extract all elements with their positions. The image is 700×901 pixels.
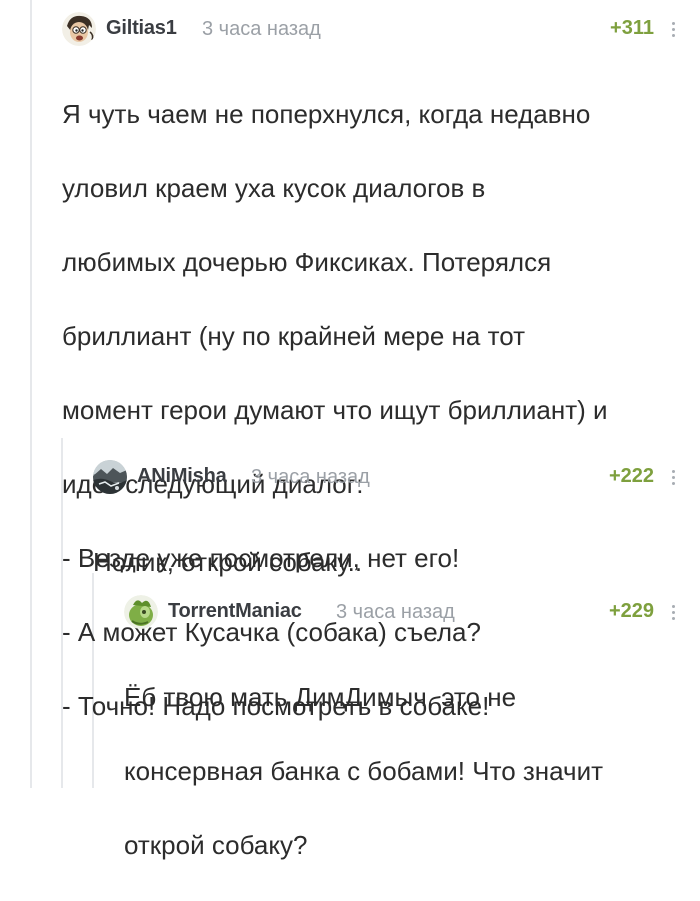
more-options-icon[interactable] <box>668 602 678 624</box>
comment-header: TorrentManiac 3 часа назад +229 <box>124 595 682 629</box>
green-creature-icon <box>124 595 158 629</box>
comment-rating: +222 <box>608 465 654 487</box>
comment-line: консервная банка с бобами! Что значит <box>124 756 604 786</box>
comment-line: любимых дочерью Фиксиках. Потерялся <box>62 247 552 277</box>
comment-body: Ёб твою мать ДимДимыч, это не консервная… <box>124 642 674 901</box>
comment-author[interactable]: Giltias1 <box>106 17 177 40</box>
comment-line: Нолик, открой собаку.. <box>93 547 363 577</box>
comment-rating: +229 <box>608 600 654 622</box>
comment-time[interactable]: 3 часа назад <box>251 466 370 489</box>
comment-giltias1: Giltias1 3 часа назад +311 Я чуть чаем н… <box>62 12 682 721</box>
comment-line: бриллиант (ну по крайней мере на тот <box>62 321 526 351</box>
comment-rating: +311 <box>610 17 654 39</box>
more-options-icon[interactable] <box>668 467 678 489</box>
comment-header: Giltias1 3 часа назад +311 <box>62 12 682 46</box>
comment-author[interactable]: TorrentManiac <box>168 600 302 623</box>
comment-header: ANiMisha 3 часа назад +222 <box>93 460 682 494</box>
more-options-icon[interactable] <box>668 19 678 41</box>
comment-author[interactable]: ANiMisha <box>137 465 227 488</box>
avatar[interactable] <box>93 460 127 494</box>
comment-line: момент герои думают что ищут бриллиант) … <box>62 395 608 425</box>
comment-animisha: ANiMisha 3 часа назад +222 Нолик, открой… <box>93 460 682 577</box>
comment-time[interactable]: 3 часа назад <box>202 18 321 41</box>
landscape-photo-icon <box>93 460 127 494</box>
avatar[interactable] <box>124 595 158 629</box>
comment-line: Я чуть чаем не поперхнулся, когда недавн… <box>62 99 591 129</box>
comment-line: уловил краем уха кусок диалогов в <box>62 173 486 203</box>
comment-time[interactable]: 3 часа назад <box>336 601 455 624</box>
comment-torrentmaniac: TorrentManiac 3 часа назад +229 Ёб твою … <box>124 595 682 860</box>
comment-line: Ёб твою мать ДимДимыч, это не <box>124 682 517 712</box>
comment-line: открой собаку? <box>124 830 308 860</box>
thread-line-level-1[interactable] <box>30 0 32 788</box>
avatar[interactable] <box>62 12 96 46</box>
cartoon-face-icon <box>62 12 96 46</box>
